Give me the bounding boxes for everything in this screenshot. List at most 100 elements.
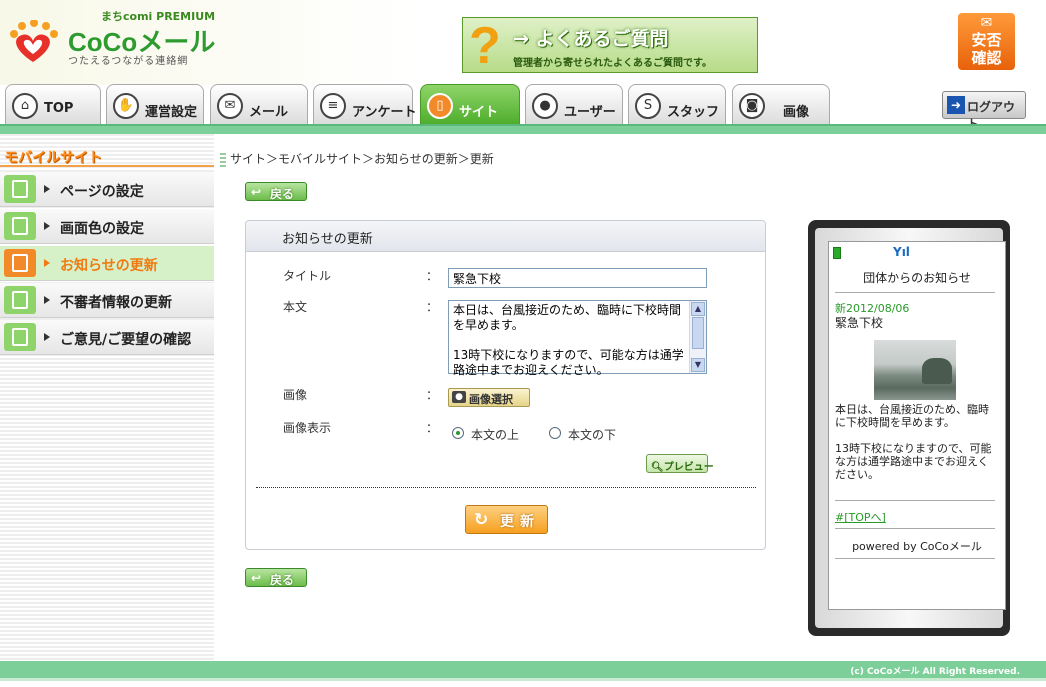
camera-icon: ●: [452, 391, 466, 403]
colon: ：: [426, 421, 439, 435]
safety-check-label: 安否確認: [971, 31, 1002, 67]
tab-label: サイト: [459, 105, 499, 120]
speech-bubble-icon: [4, 323, 36, 351]
body-textarea[interactable]: 本日は、台風接近のため、臨時に下校時間を早めます。 13時下校になりますので、可…: [448, 300, 707, 377]
envelope-icon: ✉: [980, 15, 993, 31]
tab-staff[interactable]: S スタッフ: [628, 84, 726, 124]
tab-top[interactable]: ⌂ TOP: [5, 84, 101, 124]
image-select-button[interactable]: ● 画像選択: [448, 388, 530, 407]
phone-top-link[interactable]: #[TOPへ]: [835, 509, 886, 525]
document-icon: ≡: [320, 93, 346, 119]
sidebar-item-label: お知らせの更新: [60, 258, 158, 274]
image-display-label: 画像表示: [283, 421, 332, 435]
arrow-right-icon: [44, 333, 50, 341]
tab-site[interactable]: ▯ サイト: [420, 84, 520, 124]
preview-text: プレビュー: [663, 462, 714, 473]
tab-label: 運営設定: [145, 105, 198, 120]
notice-icon: [4, 249, 36, 277]
back-arrow-icon: ↩: [251, 185, 262, 199]
magnifier-icon: 🔍︎: [651, 462, 664, 473]
tab-label: TOP: [44, 101, 74, 116]
sidebar-item-label: ページの設定: [60, 184, 144, 200]
divider: [835, 558, 995, 559]
body-text: 本日は、台風接近のため、臨時に下校時間を早めます。 13時下校になりますので、可…: [453, 303, 684, 377]
preview-button[interactable]: 🔍︎プレビュー: [646, 454, 714, 473]
scroll-up-icon[interactable]: ▲: [691, 302, 705, 316]
notice-photo: [874, 340, 956, 400]
sidebar-item-suspicious-person[interactable]: 不審者情報の更新: [0, 283, 214, 318]
sidebar-item-feedback[interactable]: ご意見/ご要望の確認: [0, 320, 214, 355]
tab-label: スタッフ: [667, 105, 720, 120]
tab-label: アンケート: [352, 105, 417, 120]
divider: [0, 165, 214, 167]
logo[interactable]: まちcomi PREMIUM CoCoメール つたえるつながる連絡網: [6, 8, 216, 68]
phone-powered-by: powered by CoCoメール: [852, 540, 982, 553]
arrow-right-icon: [44, 185, 50, 193]
sidebar-item-screen-color[interactable]: 画面色の設定: [0, 209, 214, 244]
scroll-down-icon[interactable]: ▼: [691, 358, 705, 372]
back-button-top[interactable]: ↩ 戻る: [245, 182, 307, 201]
phone-status-bar: Yıl: [829, 242, 1005, 260]
title-input[interactable]: [448, 268, 707, 288]
tab-mail[interactable]: ✉ メール: [210, 84, 308, 124]
dotted-divider: [256, 487, 756, 488]
radio-above-body[interactable]: [452, 427, 464, 439]
safety-check-button[interactable]: ✉ 安否確認: [958, 13, 1015, 70]
back-label: 戻る: [270, 573, 295, 587]
staff-icon: S: [635, 93, 661, 119]
signal-icon: Yıl: [893, 245, 910, 259]
tab-survey[interactable]: ≡ アンケート: [313, 84, 417, 124]
faq-banner[interactable]: ? → よくあるご質問 管理者から寄せられたよくあるご質問です。: [462, 17, 758, 74]
phone-screen: Yıl 団体からのお知らせ 新2012/08/06 緊急下校 本日は、台風接近の…: [828, 241, 1006, 610]
divider: [835, 292, 995, 293]
nav-divider: [0, 124, 1046, 134]
sidebar-item-page-settings[interactable]: ページの設定: [0, 172, 214, 207]
faq-subtitle: 管理者から寄せられたよくあるご質問です。: [513, 58, 712, 69]
tab-label: メール: [249, 105, 289, 120]
phone-message-title: 緊急下校: [835, 316, 884, 330]
image-label: 画像: [283, 388, 308, 402]
refresh-icon: ↻: [474, 510, 489, 530]
scroll-thumb[interactable]: [692, 317, 704, 349]
back-button-bottom[interactable]: ↩ 戻る: [245, 568, 307, 587]
phone-message-body: 本日は、台風接近のため、臨時に下校時間を早めます。 13時下校になりますので、可…: [835, 403, 992, 481]
copyright: (c) CoCoメール All Right Reserved.: [850, 667, 1020, 677]
hand-icon: ✋: [113, 93, 139, 119]
update-button[interactable]: ↻ 更新: [465, 505, 548, 534]
sidebar-item-label: ご意見/ご要望の確認: [60, 332, 192, 348]
body-label: 本文: [283, 300, 308, 314]
sidebar-title: モバイルサイト: [0, 145, 214, 167]
back-arrow-icon: ↩: [251, 571, 262, 585]
tab-label: 画像: [783, 105, 810, 120]
colon: ：: [426, 269, 439, 283]
body-scrollbar[interactable]: ▲ ▼: [689, 301, 706, 373]
breadcrumb-marker-icon: [220, 152, 226, 167]
logout-icon: ➜: [947, 96, 965, 114]
battery-icon: [833, 247, 841, 259]
footer: (c) CoCoメール All Right Reserved.: [0, 661, 1046, 678]
form-heading: お知らせの更新: [282, 232, 373, 247]
tab-operation-settings[interactable]: ✋ 運営設定: [106, 84, 204, 124]
footer-strip: [0, 678, 1046, 687]
divider: [835, 528, 995, 529]
divider: [835, 500, 995, 501]
form-header: お知らせの更新: [246, 221, 765, 252]
sidebar-item-notice-update[interactable]: お知らせの更新: [0, 246, 214, 281]
home-icon: ⌂: [12, 93, 38, 119]
arrow-right-icon: [44, 259, 50, 267]
heart-logo-icon: [10, 20, 58, 62]
phone-bezel: Yıl 団体からのお知らせ 新2012/08/06 緊急下校 本日は、台風接近の…: [815, 228, 1006, 628]
preview-label: 🔍︎プレビュー: [651, 458, 714, 473]
logout-button[interactable]: ➜ ログアウト: [942, 91, 1026, 131]
radio-below-body[interactable]: [549, 427, 561, 439]
radio-below-label: 本文の下: [568, 428, 617, 442]
tab-label: ユーザー: [564, 105, 616, 120]
sidebar-title-text: モバイルサイト: [4, 150, 102, 166]
title-label: タイトル: [283, 269, 332, 283]
tab-images[interactable]: ◙ 画像: [732, 84, 830, 124]
arrow-right-icon: [44, 222, 50, 230]
colon: ：: [426, 388, 439, 402]
sidebar-item-label: 画面色の設定: [60, 221, 144, 237]
camera-icon: ◙: [739, 93, 765, 119]
tab-users[interactable]: ● ユーザー: [525, 84, 623, 124]
